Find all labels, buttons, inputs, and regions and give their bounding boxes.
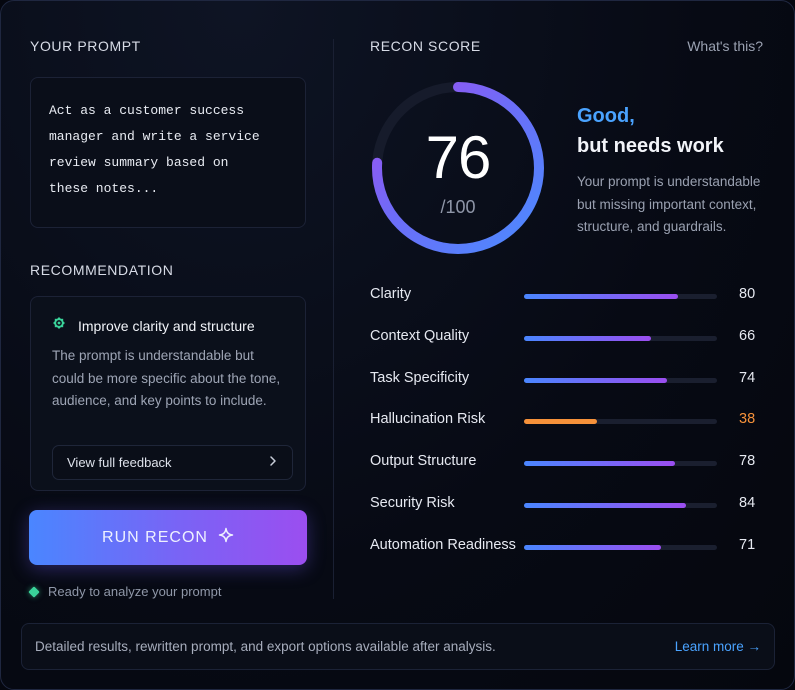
- metric-bar-track: [524, 377, 717, 383]
- status-dot-icon: [28, 585, 40, 598]
- sparkle-icon: [52, 316, 66, 335]
- score-section-label: RECON SCORE: [370, 38, 481, 54]
- metric-row: Security Risk 84: [370, 495, 760, 515]
- metric-label: Context Quality: [370, 327, 470, 344]
- prompt-text-box[interactable]: Act as a customer success manager and wr…: [30, 77, 306, 228]
- footer-banner: Detailed results, rewritten prompt, and …: [21, 623, 775, 670]
- whats-this-link[interactable]: What's this?: [687, 38, 763, 54]
- metric-bar-track: [524, 419, 717, 425]
- metric-value: 71: [739, 536, 756, 553]
- footer-text: Detailed results, rewritten prompt, and …: [35, 639, 496, 654]
- metric-value: 74: [739, 369, 756, 386]
- metric-value: 38: [739, 411, 756, 428]
- metric-bar-fill: [524, 294, 679, 299]
- metric-value: 78: [739, 453, 756, 470]
- metric-row: Output Structure 78: [370, 453, 760, 473]
- prompt-section-label: YOUR PROMPT: [30, 38, 141, 54]
- metric-label: Hallucination Risk: [370, 411, 486, 428]
- status-indicator: Ready to analyze your prompt: [28, 584, 222, 599]
- verdict-description: Your prompt is understandable but missin…: [577, 174, 761, 234]
- metric-label: Output Structure: [370, 453, 477, 470]
- recommendation-section-label: RECOMMENDATION: [30, 262, 174, 278]
- metric-row: Task Specificity 74: [370, 370, 760, 390]
- recommendation-body: The prompt is understandable but could b…: [52, 348, 281, 408]
- score-value: 76: [425, 124, 492, 191]
- metric-bar-fill: [524, 377, 667, 383]
- recommendation-title-row: Improve clarity and structure: [52, 316, 255, 335]
- feedback-button-label: View full feedback: [67, 455, 172, 470]
- recommendation-title: Improve clarity and structure: [78, 317, 255, 334]
- metric-bar-fill: [524, 461, 675, 467]
- score-max: /100: [440, 197, 476, 217]
- metric-label: Security Risk: [370, 495, 455, 511]
- metric-bar-fill: [524, 335, 652, 341]
- run-recon-button[interactable]: RUN RECON: [29, 510, 307, 565]
- run-recon-label: RUN RECON: [102, 528, 208, 546]
- metric-row: Context Quality 66: [370, 328, 760, 348]
- recommendation-card: Improve clarity and structure The prompt…: [30, 296, 306, 491]
- column-divider: [333, 39, 334, 599]
- metric-label: Automation Readiness: [370, 536, 516, 553]
- metric-bar-fill: [524, 503, 687, 508]
- view-full-feedback-button[interactable]: View full feedback: [52, 445, 293, 480]
- recon-panel: YOUR PROMPT Act as a customer success ma…: [0, 0, 795, 690]
- metric-bar-track: [524, 461, 717, 467]
- verdict-subheading: but needs work: [577, 135, 724, 157]
- metric-row: Clarity 80: [370, 286, 760, 306]
- sparkle-icon: [218, 527, 234, 548]
- metric-bar-track: [524, 544, 717, 550]
- metric-bar-track: [524, 294, 717, 299]
- metric-label: Clarity: [370, 286, 412, 302]
- metric-bar-track: [524, 335, 717, 341]
- metric-value: 80: [739, 286, 756, 302]
- metric-value: 84: [739, 495, 756, 511]
- learn-more-link[interactable]: Learn more →: [675, 639, 761, 654]
- chevron-right-icon: [268, 455, 278, 470]
- status-text: Ready to analyze your prompt: [48, 584, 222, 599]
- metric-bar-fill: [524, 544, 662, 550]
- verdict-heading: Good,: [577, 105, 635, 127]
- metric-bar-track: [524, 503, 717, 508]
- metric-row: Hallucination Risk 38: [370, 411, 760, 431]
- metric-bar-fill: [524, 419, 598, 425]
- metric-value: 66: [739, 327, 756, 344]
- metric-label: Task Specificity: [370, 369, 470, 386]
- metric-row: Automation Readiness 71: [370, 537, 760, 557]
